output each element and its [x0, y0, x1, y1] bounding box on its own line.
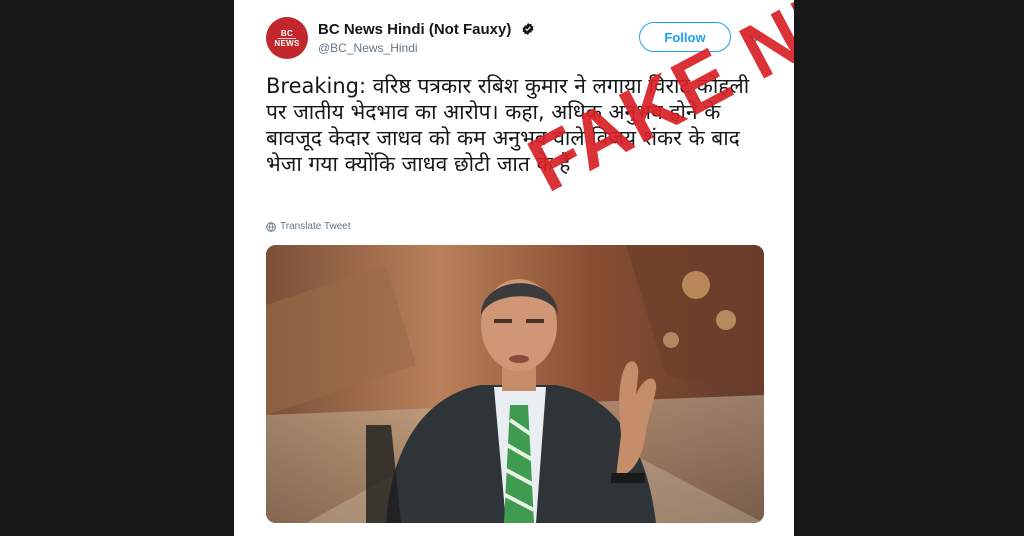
verified-badge-icon	[522, 22, 534, 36]
translate-label: Translate Tweet	[280, 221, 351, 232]
avatar-line1: BC	[277, 29, 297, 39]
account-name-text: BC News Hindi (Not Fauxy)	[318, 21, 512, 38]
globe-icon	[266, 221, 276, 232]
tweet-card: BC NEWS BC News Hindi (Not Fauxy) @BC_Ne…	[234, 0, 794, 536]
avatar[interactable]: BC NEWS	[266, 17, 308, 59]
translate-tweet-link[interactable]: Translate Tweet	[266, 221, 351, 232]
account-name[interactable]: BC News Hindi (Not Fauxy)	[318, 21, 535, 38]
anchor-photo	[266, 245, 764, 523]
avatar-line2: NEWS	[274, 38, 300, 48]
account-handle[interactable]: @BC_News_Hindi	[318, 41, 418, 55]
tweet-media-image[interactable]	[266, 245, 764, 523]
